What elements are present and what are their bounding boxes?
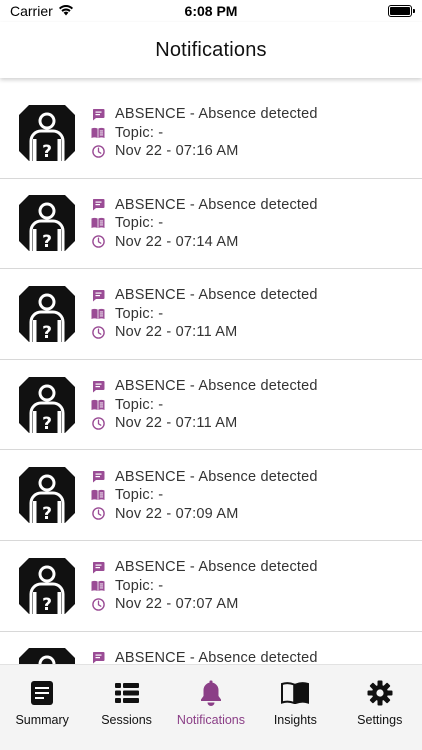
notification-time: Nov 22 - 07:07 AM — [115, 596, 239, 613]
notification-type: ABSENCE - Absence detected — [115, 468, 318, 485]
notification-topic: Topic: - — [115, 124, 164, 141]
notification-row[interactable]: ? ABSENCE - Absence detected Topic: - No… — [0, 88, 422, 179]
notification-row[interactable]: ? ABSENCE - Absence detected Topic: - No… — [0, 450, 422, 541]
notification-row[interactable]: ? ABSENCE - Absence detected Topic: - No… — [0, 360, 422, 451]
svg-text:?: ? — [42, 142, 52, 161]
carrier-label: Carrier — [10, 3, 53, 19]
message-icon — [91, 288, 105, 302]
list-icon — [113, 679, 141, 707]
book-icon — [281, 679, 310, 707]
notification-row[interactable]: ? ABSENCE - Absence detected Topic: - No… — [0, 269, 422, 360]
message-icon — [91, 379, 105, 393]
notification-type: ABSENCE - Absence detected — [115, 559, 318, 576]
notification-row[interactable]: ? ABSENCE - Absence detected — [0, 632, 422, 664]
notification-list[interactable]: ? ABSENCE - Absence detected Topic: - No… — [0, 88, 422, 664]
gear-icon — [366, 679, 394, 707]
tab-label: Summary — [15, 713, 69, 727]
battery-icon — [388, 5, 415, 17]
tab-settings[interactable]: Settings — [338, 679, 422, 727]
clock-icon — [91, 235, 105, 249]
tab-notifications[interactable]: Notifications — [169, 679, 253, 727]
message-icon — [91, 651, 105, 664]
notification-topic: Topic: - — [115, 577, 164, 594]
summary-icon — [28, 679, 56, 707]
clock-icon — [91, 144, 105, 158]
notification-type: ABSENCE - Absence detected — [115, 649, 318, 664]
message-icon — [91, 560, 105, 574]
page-title: Notifications — [155, 38, 267, 61]
tab-insights[interactable]: Insights — [253, 679, 337, 727]
svg-text:?: ? — [42, 323, 52, 342]
wifi-icon — [58, 3, 74, 19]
tab-label: Notifications — [176, 713, 246, 727]
clock-icon — [91, 416, 105, 430]
book-open-icon — [91, 488, 105, 502]
notification-time: Nov 22 - 07:11 AM — [115, 324, 238, 341]
tab-summary[interactable]: Summary — [0, 679, 84, 727]
unknown-person-icon: ? — [19, 467, 75, 524]
unknown-person-icon: ? — [19, 557, 75, 615]
tab-label: Settings — [357, 713, 403, 727]
notification-type: ABSENCE - Absence detected — [115, 196, 318, 213]
notification-topic: Topic: - — [115, 396, 164, 413]
svg-text:?: ? — [42, 504, 52, 523]
clock-icon — [91, 325, 105, 339]
notification-topic: Topic: - — [115, 487, 164, 504]
unknown-person-icon: ? — [19, 285, 75, 343]
message-icon — [91, 107, 105, 121]
message-icon — [91, 198, 105, 212]
unknown-person-icon: ? — [19, 376, 75, 434]
svg-text:?: ? — [42, 414, 52, 433]
book-open-icon — [91, 398, 105, 412]
book-open-icon — [91, 126, 105, 140]
tab-label: Insights — [273, 713, 317, 727]
message-icon — [91, 470, 105, 484]
notification-topic: Topic: - — [115, 305, 164, 322]
book-open-icon — [91, 307, 105, 321]
app-screen: Carrier 6:08 PM Notifications ? ABSENCE … — [0, 0, 422, 750]
unknown-person-icon: ? — [19, 195, 75, 252]
notification-row[interactable]: ? ABSENCE - Absence detected Topic: - No… — [0, 541, 422, 632]
tab-bar: Summary Sessions Notifications Insights Sett… — [0, 664, 422, 750]
notification-time: Nov 22 - 07:14 AM — [115, 233, 239, 250]
notification-type: ABSENCE - Absence detected — [115, 378, 318, 395]
notification-topic: Topic: - — [115, 215, 164, 232]
book-open-icon — [91, 579, 105, 593]
notification-time: Nov 22 - 07:09 AM — [115, 505, 239, 522]
nav-header: Notifications — [0, 22, 422, 78]
notification-row[interactable]: ? ABSENCE - Absence detected Topic: - No… — [0, 179, 422, 270]
tab-label: Sessions — [101, 713, 152, 727]
unknown-person-icon: ? — [19, 104, 75, 162]
unknown-person-icon: ? — [19, 648, 75, 664]
clock-icon — [91, 507, 105, 521]
notification-type: ABSENCE - Absence detected — [115, 106, 318, 123]
status-bar: Carrier 6:08 PM — [0, 0, 422, 22]
book-open-icon — [91, 216, 105, 230]
notification-type: ABSENCE - Absence detected — [115, 287, 318, 304]
svg-text:?: ? — [42, 232, 52, 251]
tab-sessions[interactable]: Sessions — [85, 679, 169, 727]
svg-text:?: ? — [42, 595, 52, 614]
clock-icon — [91, 597, 105, 611]
bell-icon — [197, 679, 225, 707]
notification-time: Nov 22 - 07:11 AM — [115, 415, 238, 432]
notification-time: Nov 22 - 07:16 AM — [115, 143, 239, 160]
